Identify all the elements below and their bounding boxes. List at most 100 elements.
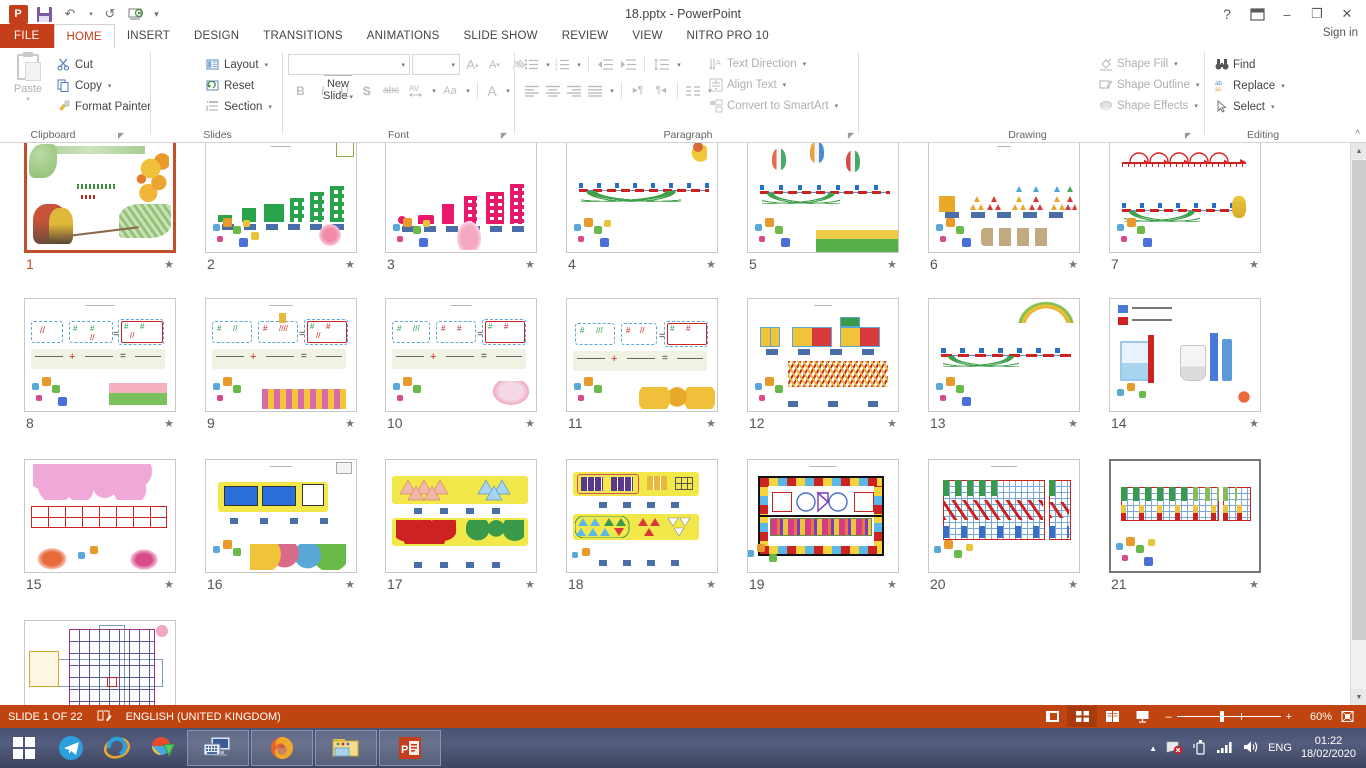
strikethrough-button[interactable]: abc [378, 80, 404, 101]
justify-button[interactable] [585, 80, 605, 101]
start-button[interactable] [0, 728, 48, 768]
undo-icon[interactable]: ↶ [58, 3, 82, 25]
powerpoint-taskbar-button[interactable]: P [379, 730, 441, 766]
start-presentation-icon[interactable] [124, 3, 148, 25]
animation-star-icon[interactable]: ★ [887, 258, 897, 271]
save-icon[interactable] [32, 3, 56, 25]
section-button[interactable]: Section ▾ [205, 96, 272, 117]
font-dialog-launcher[interactable]: ◤ [501, 131, 507, 140]
animation-star-icon[interactable]: ★ [1068, 417, 1078, 430]
zoom-handle[interactable] [1219, 711, 1224, 722]
ltr-text-direction-button[interactable]: ▸¶ [627, 80, 649, 101]
shape-outline-button[interactable]: Shape Outline ▾ [1098, 74, 1199, 95]
slide-thumbnail-3[interactable]: 3 ★ [385, 143, 537, 273]
fit-to-window-button[interactable] [1332, 706, 1362, 727]
slide-thumbnail-10[interactable]: ــــــــــــــــــ # /// # # # # = + = 1… [385, 298, 537, 432]
bold-button[interactable]: B [290, 80, 311, 101]
animation-star-icon[interactable]: ★ [706, 258, 716, 271]
paragraph-dialog-launcher[interactable]: ◤ [848, 131, 854, 140]
file-explorer-taskbar-button[interactable] [315, 730, 377, 766]
find-button[interactable]: Find [1214, 54, 1285, 75]
zoom-level-label[interactable]: 60% [1300, 711, 1332, 723]
animation-star-icon[interactable]: ★ [887, 417, 897, 430]
underline-button[interactable]: U [334, 80, 355, 101]
slide-thumbnail-21[interactable]: 21 ★ [1109, 459, 1261, 593]
redo-icon[interactable]: ↺ [98, 3, 122, 25]
tab-animations[interactable]: ANIMATIONS [355, 24, 452, 48]
tab-view[interactable]: VIEW [620, 24, 674, 48]
text-direction-button[interactable]: A Text Direction ▾ [708, 53, 838, 74]
zoom-in-button[interactable]: + [1286, 711, 1292, 723]
shape-fill-button[interactable]: Shape Fill ▾ [1098, 53, 1199, 74]
bullets-dropdown-icon[interactable]: ▾ [542, 54, 552, 75]
language-indicator[interactable]: ENGLISH (UNITED KINGDOM) [126, 711, 281, 723]
select-dropdown-icon[interactable]: ▾ [1271, 103, 1275, 111]
change-case-button[interactable]: Aa [439, 80, 461, 101]
line-spacing-dropdown-icon[interactable]: ▾ [673, 54, 683, 75]
slide-indicator[interactable]: SLIDE 1 OF 22 [8, 711, 83, 723]
tab-design[interactable]: DESIGN [182, 24, 251, 48]
slide-thumbnail-13[interactable]: 13 ★ [928, 298, 1080, 432]
decrease-font-size-button[interactable]: A ▾ [484, 54, 505, 75]
align-left-button[interactable] [522, 80, 542, 101]
notes-icon[interactable] [97, 709, 112, 725]
slide-thumbnail-9[interactable]: ــــــــــــــــــــ # // # //// # # // [205, 298, 357, 432]
copy-dropdown-icon[interactable]: ▾ [108, 82, 112, 90]
layout-dropdown-icon[interactable]: ▾ [265, 61, 269, 69]
normal-view-button[interactable] [1037, 706, 1067, 727]
shape-effects-button[interactable]: Shape Effects ▾ [1098, 95, 1199, 116]
select-button[interactable]: Select ▾ [1214, 96, 1285, 117]
slide-pane-scrollbar[interactable]: ▲ ▼ [1350, 143, 1366, 705]
animation-star-icon[interactable]: ★ [1068, 578, 1078, 591]
font-name-input[interactable]: ▾ [288, 54, 410, 75]
convert-to-smartart-button[interactable]: Convert to SmartArt ▾ [708, 95, 838, 116]
sign-in-link[interactable]: Sign in [1323, 27, 1358, 39]
slide-thumbnail-19[interactable]: ـــــــــــــــــــــــ 19 ★ [747, 459, 899, 593]
drawing-dialog-launcher[interactable]: ◤ [1185, 131, 1191, 140]
signal-icon[interactable] [1216, 740, 1234, 757]
usb-icon[interactable] [1193, 739, 1207, 758]
justify-dropdown-icon[interactable]: ▾ [606, 80, 616, 101]
numbering-dropdown-icon[interactable]: ▾ [573, 54, 583, 75]
scroll-down-button[interactable]: ▼ [1351, 689, 1366, 705]
scrollbar-thumb[interactable] [1352, 160, 1366, 640]
tab-review[interactable]: REVIEW [550, 24, 621, 48]
font-color-button[interactable]: A [483, 80, 501, 101]
slide-sorter-pane[interactable]: 1 ★ ـــــــــــــــــ 2 ★ 3 ★ 4 ★ 5 ★ ــ… [0, 143, 1366, 705]
animation-star-icon[interactable]: ★ [706, 417, 716, 430]
cut-button[interactable]: Cut [56, 54, 151, 75]
collapse-ribbon-button[interactable]: ^ [1355, 129, 1360, 140]
copy-button[interactable]: Copy ▾ [56, 75, 151, 96]
slide-show-view-button[interactable] [1127, 706, 1157, 727]
undo-dropdown-icon[interactable]: ▾ [84, 3, 96, 25]
clipboard-dialog-launcher[interactable]: ◤ [118, 131, 124, 140]
change-case-dropdown-icon[interactable]: ▾ [462, 80, 472, 101]
volume-icon[interactable] [1243, 740, 1259, 757]
slide-thumbnail-1[interactable]: 1 ★ [24, 143, 176, 273]
language-indicator-tray[interactable]: ENG [1268, 742, 1292, 754]
slide-thumbnail-2[interactable]: ـــــــــــــــــ 2 ★ [205, 143, 357, 273]
clock[interactable]: 01:22 18/02/2020 [1301, 735, 1356, 761]
animation-star-icon[interactable]: ★ [345, 258, 355, 271]
animation-star-icon[interactable]: ★ [164, 258, 174, 271]
slide-thumbnail-4[interactable]: 4 ★ [566, 143, 718, 273]
slide-sorter-view-button[interactable] [1067, 706, 1098, 727]
line-spacing-button[interactable] [650, 54, 672, 75]
slide-thumbnail-15[interactable]: 15 ★ [24, 459, 176, 593]
tab-home[interactable]: HOME [53, 24, 115, 48]
format-painter-button[interactable]: Format Painter [56, 96, 151, 117]
slide-thumbnail-18[interactable]: 18 ★ [566, 459, 718, 593]
character-spacing-button[interactable]: AV [405, 80, 427, 101]
scroll-up-button[interactable]: ▲ [1351, 143, 1366, 159]
slide-thumbnail-17[interactable]: 17 ★ [385, 459, 537, 593]
internet-explorer-taskbar-icon[interactable] [94, 728, 140, 768]
animation-star-icon[interactable]: ★ [345, 578, 355, 591]
bullets-button[interactable] [522, 54, 541, 75]
numbering-button[interactable]: 123 [553, 54, 572, 75]
slide-thumbnail-7[interactable]: 7 ★ [1109, 143, 1261, 273]
align-text-button[interactable]: Align Text ▾ [708, 74, 838, 95]
animation-star-icon[interactable]: ★ [525, 417, 535, 430]
animation-star-icon[interactable]: ★ [1068, 258, 1078, 271]
show-hidden-icons-button[interactable]: ▲ [1149, 744, 1157, 753]
tab-file[interactable]: FILE [0, 24, 54, 48]
